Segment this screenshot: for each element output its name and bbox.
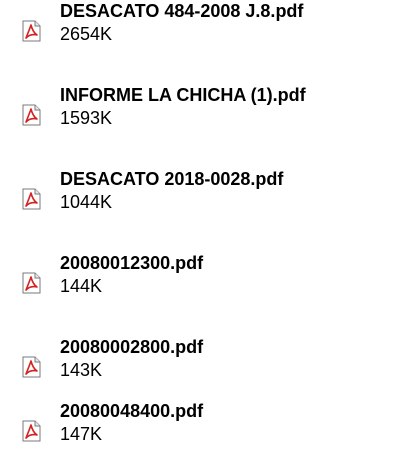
pdf-file-icon — [20, 188, 42, 210]
pdf-file-icon — [20, 104, 42, 126]
file-size: 1593K — [60, 108, 113, 128]
pdf-file-icon — [20, 20, 42, 42]
file-size: 2654K — [60, 24, 113, 44]
file-name: 20080002800.pdf — [60, 337, 204, 357]
pdf-file-icon — [20, 356, 42, 378]
file-item[interactable]: INFORME LA CHICHA (1).pdf 1593K — [0, 84, 416, 146]
file-item[interactable]: 20080002800.pdf 143K — [0, 336, 416, 398]
file-size: 144K — [60, 276, 103, 296]
file-item[interactable]: DESACATO 484-2008 J.8.pdf 2654K — [0, 0, 416, 62]
pdf-file-icon — [20, 272, 42, 294]
file-size: 143K — [60, 360, 103, 380]
file-name: INFORME LA CHICHA (1).pdf — [60, 85, 306, 105]
file-name: 20080048400.pdf — [60, 401, 204, 421]
file-size: 1044K — [60, 192, 113, 212]
file-item[interactable]: 20080048400.pdf 147K — [0, 400, 416, 462]
pdf-file-icon — [20, 420, 42, 442]
file-name: DESACATO 484-2008 J.8.pdf — [60, 1, 304, 21]
file-name: DESACATO 2018-0028.pdf — [60, 169, 284, 189]
file-item[interactable]: 20080012300.pdf 144K — [0, 252, 416, 314]
file-item[interactable]: DESACATO 2018-0028.pdf 1044K — [0, 168, 416, 230]
file-name: 20080012300.pdf — [60, 253, 204, 273]
file-size: 147K — [60, 424, 103, 444]
